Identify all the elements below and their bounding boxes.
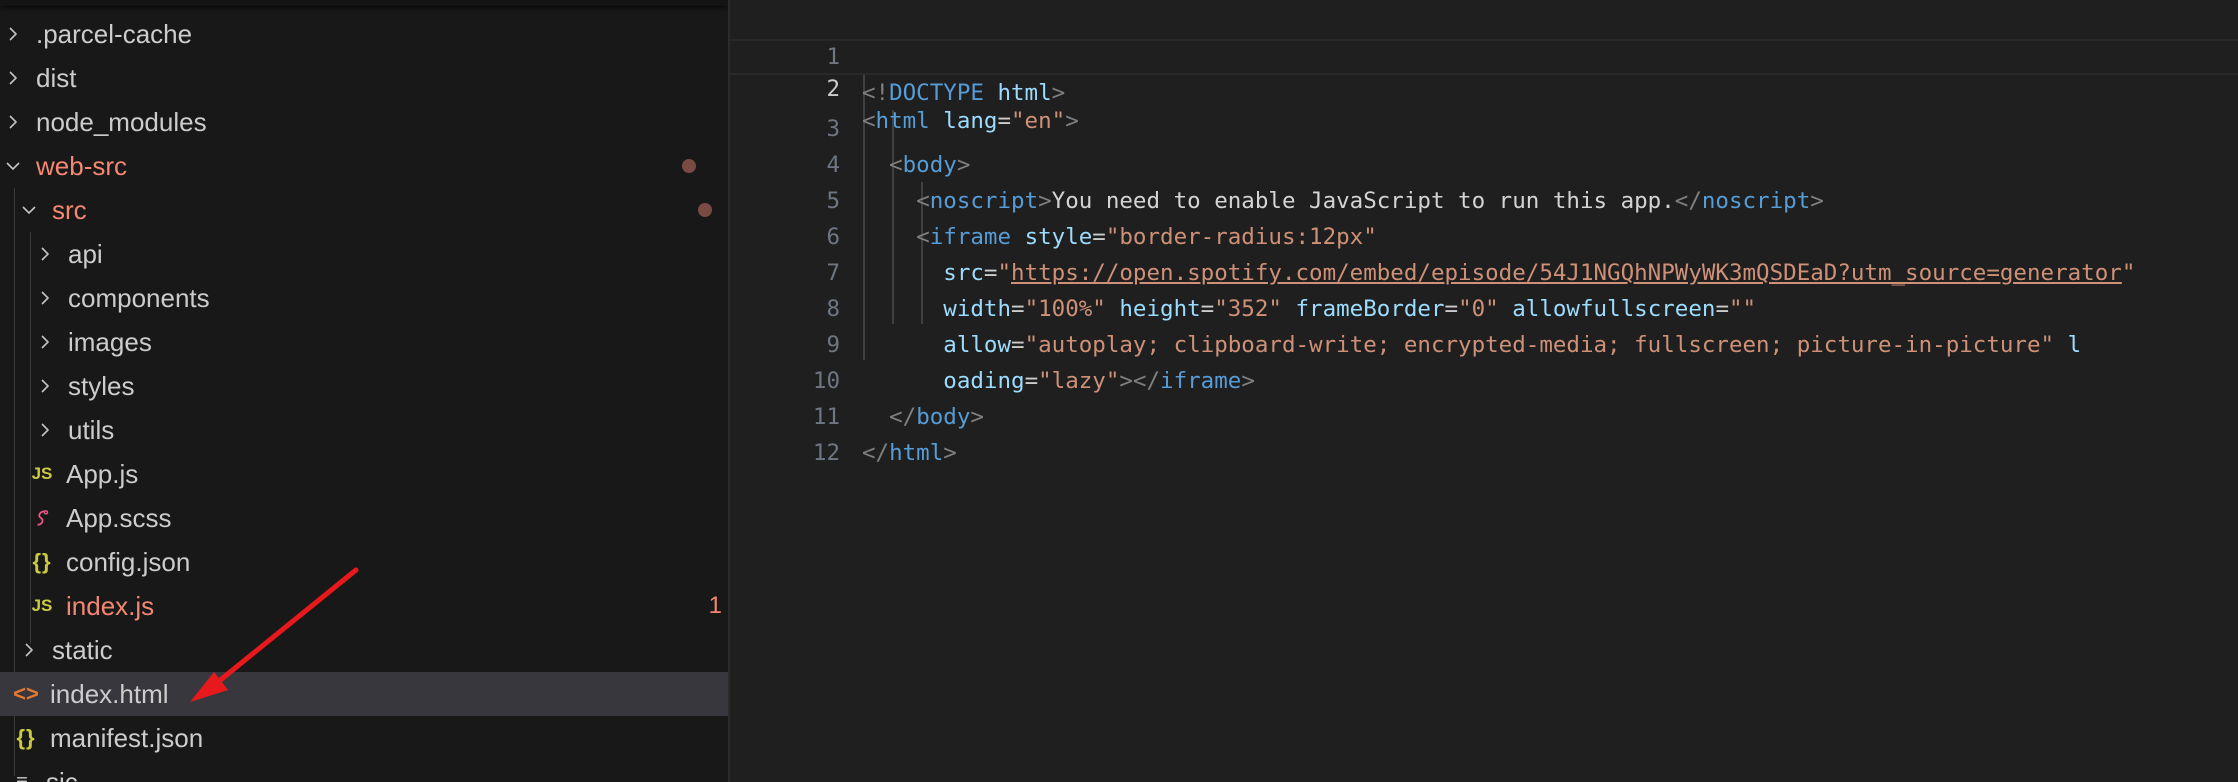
chevron-right-icon [34,239,56,269]
chevron-down-icon [18,195,40,225]
code-line: 7 width="100%" height="352" frameBorder=… [730,219,2238,322]
tree-item-label: App.js [66,458,139,489]
chevron-right-icon [18,635,40,665]
tree-item-components[interactable]: components [0,276,728,320]
code-line: 5 <iframe style="border-radius:12px" [730,147,2238,250]
tree-item-label: dist [36,62,77,93]
tree-item-sic[interactable]: ≡ sic [0,760,728,782]
sass-file-icon [26,503,58,533]
tree-item-utils[interactable]: utils [0,408,728,452]
tree-item-label: sic [46,766,78,782]
tree-item-app-js[interactable]: JS App.js [0,452,728,496]
tree-item-styles[interactable]: styles [0,364,728,408]
tree-item-label: components [68,282,210,313]
tree-item-dist[interactable]: dist [0,56,728,100]
problem-count-badge: 1 [708,592,722,619]
tree-item-label: src [52,194,87,225]
tree-item-src[interactable]: src [0,188,728,232]
code-line: 10 </body> [730,327,2238,430]
chevron-right-icon [34,327,56,357]
code-line-current: 2 <html lang="en"> [730,39,2238,134]
tree-item-label: api [68,238,103,269]
tree-item-label: images [68,326,152,357]
tree-item-app-scss[interactable]: App.scss [0,496,728,540]
modified-dot-icon [698,203,712,217]
tree-item-label: utils [68,414,115,445]
code-line: 1 <!DOCTYPE html> [730,3,2238,106]
tree-item-label: index.js [66,590,155,621]
chevron-down-icon [2,151,24,181]
line-number: 12 [812,440,840,466]
tree-item-index-html[interactable]: <> index.html [0,672,728,716]
tree-item-label: config.json [66,546,191,577]
code-line: 4 <noscript>You need to enable JavaScrip… [730,111,2238,214]
chevron-right-icon [2,63,24,93]
tree-item-label: App.scss [66,502,172,533]
modified-dot-icon [682,159,696,173]
chevron-right-icon [34,283,56,313]
code-editor[interactable]: 1 <!DOCTYPE html> 2 <html lang="en"> 3 <… [730,0,2238,782]
code-line: 3 <body> [730,75,2238,178]
tree-item-label: index.html [50,678,169,709]
code-line: 12 [730,399,2238,466]
tree-item-label: styles [68,370,135,401]
chevron-right-icon [34,371,56,401]
tree-item-label: manifest.json [50,722,204,753]
text-file-icon: ≡ [16,770,28,782]
code-line: 6 src="https://open.spotify.com/embed/ep… [730,183,2238,286]
tree-item-label: web-src [36,150,128,181]
javascript-file-icon: JS [31,464,53,483]
code-line: 9 oading="lazy"></iframe> [730,291,2238,394]
json-file-icon: {} [32,549,52,574]
code-text: </html> [862,440,957,466]
tree-item-config-json[interactable]: {} config.json [0,540,728,584]
chevron-right-icon [2,19,24,49]
tree-item-images[interactable]: images [0,320,728,364]
html-file-icon: <> [13,681,39,706]
tree-item-label: node_modules [36,106,207,137]
tree-item-web-src[interactable]: web-src [0,144,728,188]
tree-item-api[interactable]: api [0,232,728,276]
code-line: 8 allow="autoplay; clipboard-write; encr… [730,255,2238,358]
explorer-sidebar: .parcel-cache dist node_modules web-src … [0,0,730,782]
sidebar-scroll-shadow [0,0,728,6]
tree-item-label: static [52,634,113,665]
tree-item-manifest-json[interactable]: {} manifest.json [0,716,728,760]
tree-item-node-modules[interactable]: node_modules [0,100,728,144]
json-file-icon: {} [16,725,36,750]
javascript-file-icon: JS [31,596,53,615]
tree-item-label: .parcel-cache [36,18,193,49]
tree-item-parcel-cache[interactable]: .parcel-cache [0,12,728,56]
tree-item-index-js[interactable]: JS index.js 1 [0,584,728,628]
chevron-right-icon [2,107,24,137]
tree-item-static[interactable]: static [0,628,728,672]
chevron-right-icon [34,415,56,445]
code-line: 11 </html> [730,363,2238,466]
